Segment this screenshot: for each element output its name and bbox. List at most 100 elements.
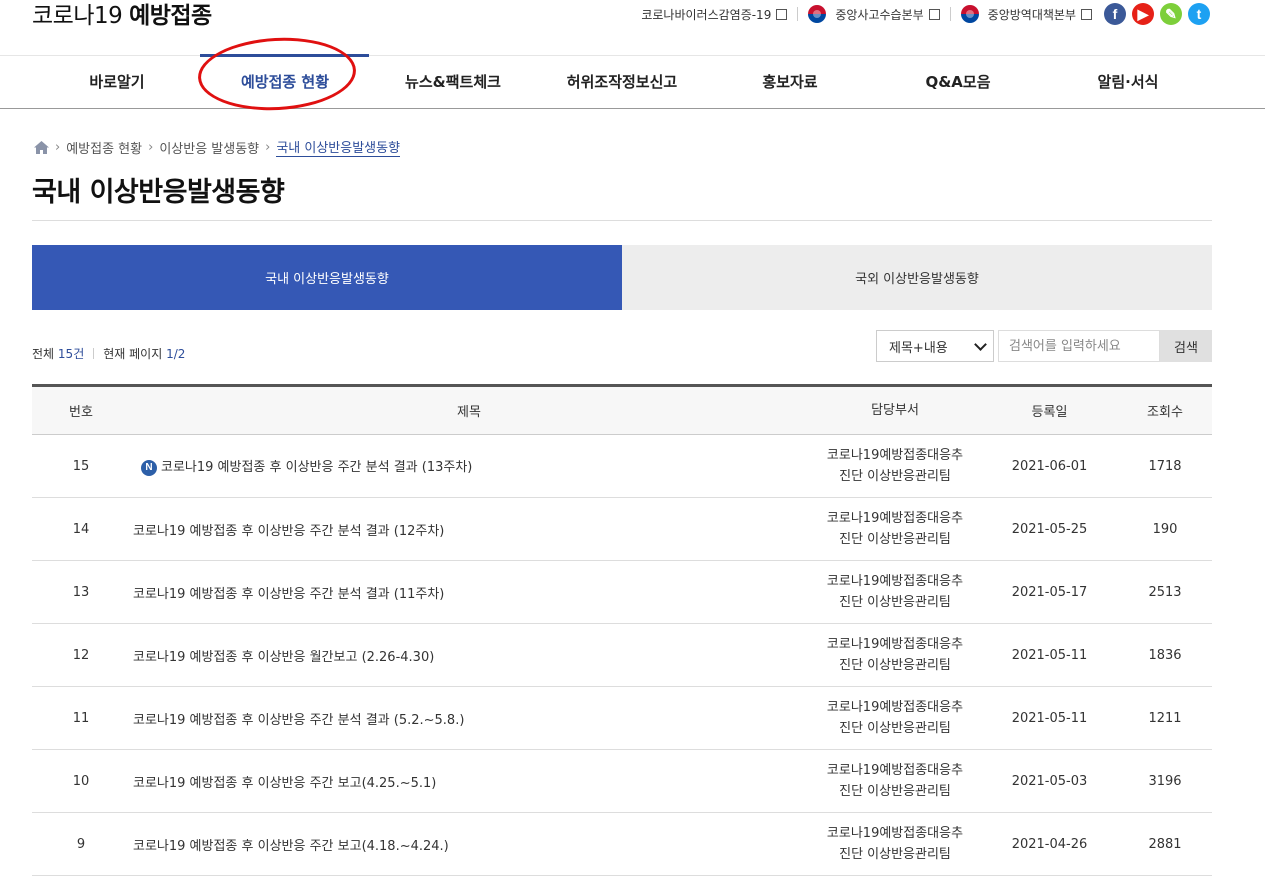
search-scope-select[interactable]: 제목+내용: [876, 330, 994, 362]
row-date: 2021-04-26: [1011, 836, 1088, 852]
home-icon[interactable]: [34, 140, 49, 154]
breadcrumb-current: 국내 이상반응발생동향: [276, 137, 401, 157]
new-badge-icon: N: [141, 459, 157, 476]
board-table: 번호 제목 담당부서 등록일 조회수 15 N 코로나19 예방접종 후 이상반응 …: [32, 384, 1212, 876]
site-title-part1: 코로나19: [32, 3, 123, 29]
gnb-item-about[interactable]: 바로알기: [57, 56, 177, 108]
link-cdch-label: 중앙방역대책본부: [987, 7, 1076, 22]
search-bar: 제목+내용 검색: [876, 330, 1212, 362]
gnb-item-promotion[interactable]: 홍보자료: [730, 56, 850, 108]
link-cdsch[interactable]: 중앙사고수습본부: [808, 5, 940, 23]
department-line: 진단 이상반응관리팀: [839, 595, 951, 610]
department-line: 진단 이상반응관리팀: [839, 532, 951, 547]
external-link-icon: [928, 8, 940, 20]
tab-domestic[interactable]: 국내 이상반응발생동향: [32, 245, 622, 310]
row-title-cell: 코로나19 예방접종 후 이상반응 주간 분석 결과 (12주차): [130, 498, 809, 561]
header-date: 등록일: [1031, 405, 1068, 420]
table-header-row: 번호 제목 담당부서 등록일 조회수: [32, 385, 1212, 435]
link-covid19-label: 코로나바이러스감염증-19: [641, 7, 772, 22]
post-title-link[interactable]: 코로나19 예방접종 후 이상반응 주간 분석 결과 (13주차): [161, 460, 472, 475]
facebook-icon[interactable]: f: [1104, 3, 1126, 25]
table-row: 10 코로나19 예방접종 후 이상반응 주간 보고(4.25.~5.1) 코로나1…: [32, 750, 1212, 813]
table-row: 12 코로나19 예방접종 후 이상반응 월간보고 (2.26-4.30) 코로나1…: [32, 624, 1212, 687]
divider: [949, 7, 951, 21]
row-number: 11: [72, 710, 90, 726]
table-row: 13 코로나19 예방접종 후 이상반응 주간 분석 결과 (11주차) 코로나19…: [32, 561, 1212, 624]
divider: [93, 348, 95, 359]
row-department: 코로나19예방접종대응추 진단 이상반응관리팀: [809, 750, 981, 813]
site-title-part2: 예방접종: [129, 3, 212, 29]
page-label: 현재 페이지: [103, 347, 163, 361]
search-button[interactable]: 검색: [1160, 330, 1212, 362]
tab-bar: 국내 이상반응발생동향 국외 이상반응발생동향: [32, 245, 1212, 310]
link-cdch[interactable]: 중앙방역대책본부: [960, 5, 1092, 23]
department-line: 코로나19예방접종대응추: [826, 637, 964, 652]
row-views: 2881: [1148, 836, 1182, 852]
post-title-link[interactable]: 코로나19 예방접종 후 이상반응 주간 분석 결과 (12주차): [133, 524, 444, 539]
total-count: 15건: [57, 347, 85, 361]
row-department: 코로나19예방접종대응추진단 이상반응관리팀: [809, 498, 981, 561]
breadcrumb-item[interactable]: 예방접종 현황: [66, 138, 142, 157]
main-navigation: 바로알기 예방접종 현황 뉴스&팩트체크 허위조작정보신고 홍보자료 Q&A모음…: [0, 54, 1265, 109]
row-date: 2021-05-11: [1011, 647, 1088, 663]
header: 코로나19 예방접종 코로나바이러스감염증-19 중앙사고수습본부 중앙방역대책…: [0, 0, 1265, 55]
department-line: 코로나19예방접종대응추: [826, 511, 964, 526]
row-date: 2021-05-03: [1011, 773, 1088, 789]
gnb-item-misinformation-report[interactable]: 허위조작정보신고: [542, 56, 702, 108]
row-number: 15: [72, 458, 90, 474]
post-title-link[interactable]: 코로나19 예방접종 후 이상반응 주간 분석 결과 (5.2.~5.8.): [133, 713, 464, 728]
row-date: 2021-05-11: [1011, 710, 1088, 726]
department-line: 코로나19예방접종대응추: [826, 763, 964, 778]
row-title-cell: 코로나19 예방접종 후 이상반응 주간 보고(4.18.~4.24.): [130, 813, 809, 876]
gnb-item-qna[interactable]: Q&A모음: [898, 56, 1018, 108]
header-department: 담당부서: [871, 403, 919, 418]
blog-icon[interactable]: ✎: [1160, 3, 1182, 25]
row-date: 2021-06-01: [1011, 458, 1088, 474]
site-title[interactable]: 코로나19 예방접종: [32, 0, 212, 32]
post-title-link[interactable]: 코로나19 예방접종 후 이상반응 주간 보고(4.18.~4.24.): [133, 839, 449, 854]
gnb-item-vaccination-status[interactable]: 예방접종 현황: [215, 56, 355, 108]
table-row: 15 N 코로나19 예방접종 후 이상반응 주간 분석 결과 (13주차) 코로나1…: [32, 435, 1212, 498]
department-line: 진단 이상반응관리팀: [839, 469, 951, 484]
row-number: 14: [72, 521, 90, 537]
page-title: 국내 이상반응발생동향: [32, 177, 285, 208]
gnb-item-news-factcheck[interactable]: 뉴스&팩트체크: [383, 56, 523, 108]
link-cdsch-label: 중앙사고수습본부: [835, 7, 924, 22]
table-row: 11 코로나19 예방접종 후 이상반응 주간 분석 결과 (5.2.~5.8.)…: [32, 687, 1212, 750]
row-number: 9: [76, 836, 86, 852]
row-department: 코로나19예방접종대응추 진단 이상반응관리팀: [809, 813, 981, 876]
row-number: 13: [72, 584, 90, 600]
department-line: 진단 이상반응관리팀: [839, 721, 951, 736]
department-line: 코로나19예방접종대응추: [826, 448, 964, 463]
chevron-right-icon: ›: [265, 139, 271, 155]
total-label: 전체: [32, 347, 55, 361]
post-title-link[interactable]: 코로나19 예방접종 후 이상반응 주간 보고(4.25.~5.1): [133, 776, 436, 791]
search-input[interactable]: [998, 330, 1160, 362]
divider: [797, 7, 799, 21]
row-title-cell: 코로나19 예방접종 후 이상반응 주간 분석 결과 (5.2.~5.8.): [130, 687, 809, 750]
post-title-link[interactable]: 코로나19 예방접종 후 이상반응 주간 분석 결과 (11주차): [133, 587, 444, 602]
tab-overseas[interactable]: 국외 이상반응발생동향: [622, 245, 1212, 310]
youtube-icon[interactable]: ▶: [1132, 3, 1154, 25]
post-title-link[interactable]: 코로나19 예방접종 후 이상반응 월간보고 (2.26-4.30): [133, 650, 434, 665]
breadcrumb: › 예방접종 현황 › 이상반응 발생동향 › 국내 이상반응발생동향: [34, 137, 401, 157]
table-row: 14 코로나19 예방접종 후 이상반응 주간 분석 결과 (12주차) 코로나19…: [32, 498, 1212, 561]
row-department: 코로나19예방접종대응추 진단 이상반응관리팀: [809, 624, 981, 687]
department-line: 코로나19예방접종대응추: [826, 574, 964, 589]
government-emblem-icon: [960, 5, 979, 23]
header-views: 조회수: [1147, 405, 1183, 420]
row-date: 2021-05-25: [1011, 521, 1088, 537]
row-date: 2021-05-17: [1011, 584, 1088, 600]
row-views: 1211: [1148, 710, 1182, 726]
row-number: 10: [72, 773, 90, 789]
row-department: 코로나19예방접종대응추진단 이상반응관리팀: [809, 561, 981, 624]
link-covid19[interactable]: 코로나바이러스감염증-19: [641, 6, 788, 23]
twitter-icon[interactable]: t: [1188, 3, 1210, 25]
breadcrumb-item[interactable]: 이상반응 발생동향: [159, 138, 259, 157]
row-department: 코로나19예방접종대응추 진단 이상반응관리팀: [809, 687, 981, 750]
social-links: f ▶ ✎ t: [1104, 3, 1210, 25]
gnb-item-notice-forms[interactable]: 알림·서식: [1068, 56, 1188, 108]
row-views: 2513: [1148, 584, 1182, 600]
department-line: 진단 이상반응관리팀: [839, 847, 951, 862]
row-title-cell: 코로나19 예방접종 후 이상반응 주간 보고(4.25.~5.1): [130, 750, 809, 813]
